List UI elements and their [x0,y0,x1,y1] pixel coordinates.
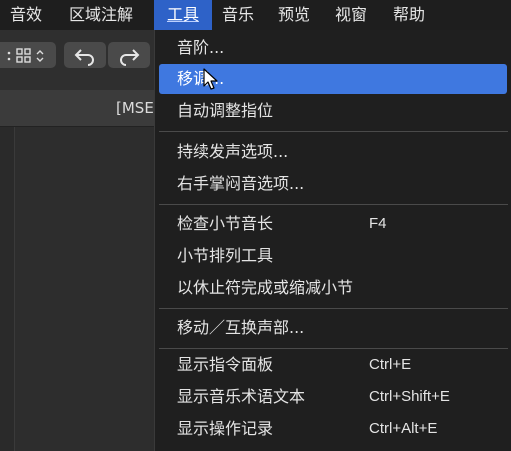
menu-item-history[interactable]: 显示操作记录 Ctrl+Alt+E [159,414,507,444]
undo-icon [74,48,94,66]
redo-button[interactable] [108,42,150,68]
layout-dropdown-button[interactable] [0,42,56,68]
menu-window[interactable]: 视窗 [335,0,367,30]
left-panel-edge [0,127,15,451]
redo-icon [120,48,140,66]
toolbar [0,30,160,90]
menu-item-label: 显示操作记录 [177,419,274,438]
menu-music[interactable]: 音乐 [222,0,254,30]
score-area[interactable] [15,127,160,451]
app-window: 音效 区域注解 工具 音乐 预览 视窗 帮助 [MSE 音阶... 移调... … [0,0,511,451]
menu-separator [159,131,508,132]
menu-item-shortcut: F4 [369,215,387,232]
menu-tools[interactable]: 工具 [154,0,212,30]
menu-item-scale[interactable]: 音阶... [159,33,507,63]
score-window-title: [MSE [116,99,154,117]
grid-icon [7,47,44,63]
menu-item-complete-or-reduce-bars[interactable]: 以休止符完成或缩减小节 [159,273,507,303]
menu-item-shortcut: Ctrl+E [369,356,412,373]
menu-item-label: 显示指令面板 [177,355,274,374]
menu-annotations-label: 区域注解 [69,5,134,24]
menu-tools-label: 工具 [166,5,199,24]
menu-item-auto-fingering[interactable]: 自动调整指位 [159,96,507,126]
menu-item-label: 移动／互换声部... [177,318,305,337]
menu-annotations[interactable]: 区域注解 [69,0,133,30]
menu-item-label: 持续发声选项... [177,142,289,161]
menu-separator [159,204,508,205]
menu-item-label: 显示音乐术语文本 [177,387,306,406]
menu-item-command-panel[interactable]: 显示指令面板 Ctrl+E [159,350,507,380]
menu-preview[interactable]: 预览 [278,0,310,30]
menu-help[interactable]: 帮助 [393,0,425,30]
menu-audio-effects[interactable]: 音效 [10,0,42,30]
undo-button[interactable] [64,42,106,68]
score-window-header: [MSE [0,90,160,127]
menu-item-label: 小节排列工具 [177,246,274,265]
tools-menu: 音阶... 移调... 自动调整指位 持续发声选项... 右手掌闷音选项... … [154,30,511,451]
menu-help-label: 帮助 [393,5,426,24]
menu-item-move-swap-voices[interactable]: 移动／互换声部... [159,313,507,343]
menu-item-label: 右手掌闷音选项... [177,174,305,193]
menu-item-label: 以休止符完成或缩减小节 [177,278,354,297]
menu-item-shortcut: Ctrl+Shift+E [369,388,450,405]
menu-item-label: 音阶... [177,38,225,57]
menu-bar: 音效 区域注解 工具 音乐 预览 视窗 帮助 [0,0,511,30]
menu-item-let-ring-options[interactable]: 持续发声选项... [159,137,507,167]
menu-music-label: 音乐 [222,5,255,24]
menu-separator [159,308,508,309]
menu-item-label: 自动调整指位 [177,101,274,120]
menu-item-label: 检查小节音长 [177,214,274,233]
menu-item-music-terms-text[interactable]: 显示音乐术语文本 Ctrl+Shift+E [159,382,507,412]
menu-item-palm-mute-options[interactable]: 右手掌闷音选项... [159,169,507,199]
menu-separator [159,348,508,349]
mouse-cursor-icon [203,68,218,90]
menu-preview-label: 预览 [278,5,311,24]
menu-item-shortcut: Ctrl+Alt+E [369,420,438,437]
menu-item-bar-arrangement[interactable]: 小节排列工具 [159,241,507,271]
menu-window-label: 视窗 [335,5,368,24]
menu-audio-effects-label: 音效 [10,5,43,24]
menu-item-check-bar-duration[interactable]: 检查小节音长 F4 [159,209,507,239]
